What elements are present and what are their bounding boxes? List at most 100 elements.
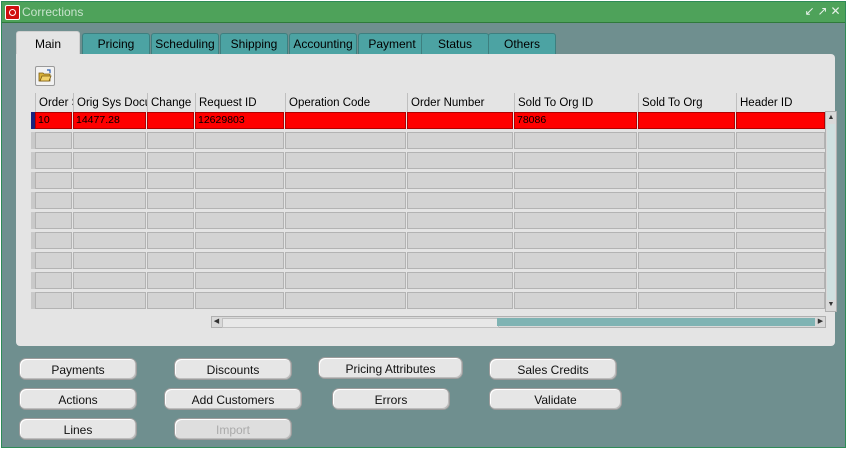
tab-status[interactable]: Status [421,33,489,54]
tab-payment[interactable]: Payment [358,33,426,54]
validate-button[interactable]: Validate [489,388,622,410]
grid-cell[interactable] [638,272,735,289]
grid-cell[interactable] [736,172,825,189]
grid-cell[interactable] [195,252,284,269]
column-header[interactable]: Sold To Org ID [514,93,638,113]
grid-cell[interactable] [736,112,825,129]
grid-cell[interactable] [285,152,406,169]
grid-cell[interactable] [514,252,637,269]
grid-cell[interactable] [35,132,72,149]
grid-cell[interactable] [285,252,406,269]
column-header[interactable]: Change [147,93,195,113]
grid-cell[interactable] [638,152,735,169]
grid-cell[interactable] [195,152,284,169]
sales-credits-button[interactable]: Sales Credits [489,358,617,380]
grid-cell[interactable] [514,152,637,169]
grid-cell[interactable] [147,292,194,309]
grid-cell[interactable] [147,132,194,149]
grid-cell[interactable] [285,112,406,129]
grid-cell[interactable] [285,192,406,209]
grid-cell[interactable] [514,272,637,289]
grid-cell[interactable] [514,132,637,149]
grid-cell[interactable] [736,152,825,169]
grid-cell[interactable] [736,232,825,249]
column-header[interactable]: Orig Sys Docu [73,93,147,113]
tab-pricing[interactable]: Pricing [82,33,150,54]
grid-cell[interactable] [35,212,72,229]
grid-cell[interactable] [407,152,513,169]
grid-cell[interactable]: 14477.28 [73,112,146,129]
tab-scheduling[interactable]: Scheduling [151,33,219,54]
grid-cell[interactable] [285,132,406,149]
grid-cell[interactable] [638,172,735,189]
pricing-attributes-button[interactable]: Pricing Attributes [318,357,463,379]
payments-button[interactable]: Payments [19,358,137,380]
grid-cell[interactable] [73,192,146,209]
grid-cell[interactable] [514,292,637,309]
grid-cell[interactable] [73,132,146,149]
grid-cell[interactable] [195,192,284,209]
column-header[interactable]: Order Number [407,93,514,113]
grid-cell[interactable] [73,172,146,189]
grid-cell[interactable] [407,112,513,129]
grid-cell[interactable] [736,132,825,149]
grid-cell[interactable] [147,272,194,289]
column-header[interactable]: Request ID [195,93,285,113]
grid-cell[interactable] [195,292,284,309]
grid-cell[interactable] [35,172,72,189]
grid-cell[interactable]: 10 [35,112,72,129]
grid-cell[interactable] [147,112,194,129]
grid-cell[interactable] [407,232,513,249]
grid-cell[interactable] [736,212,825,229]
grid-cell[interactable] [638,212,735,229]
grid-cell[interactable] [407,192,513,209]
grid-cell[interactable] [736,192,825,209]
grid-cell[interactable] [638,112,735,129]
grid-cell[interactable] [73,152,146,169]
grid-cell[interactable] [147,172,194,189]
grid-cell[interactable] [195,212,284,229]
grid-cell[interactable] [638,292,735,309]
grid-cell[interactable] [638,132,735,149]
grid-cell[interactable] [35,252,72,269]
grid-cell[interactable] [73,232,146,249]
grid-cell[interactable] [514,192,637,209]
grid-cell[interactable] [514,212,637,229]
grid-cell[interactable] [35,152,72,169]
grid-cell[interactable] [407,212,513,229]
grid-cell[interactable] [147,212,194,229]
horizontal-scrollbar[interactable]: ◀ ▶ [211,316,826,328]
grid-cell[interactable] [195,232,284,249]
grid-cell[interactable] [147,232,194,249]
horizontal-scroll-thumb[interactable] [222,318,499,328]
grid-cell[interactable] [195,272,284,289]
grid-cell[interactable] [407,292,513,309]
tab-main[interactable]: Main [16,31,80,56]
grid-cell[interactable] [73,292,146,309]
grid-cell[interactable] [35,232,72,249]
grid-cell[interactable] [638,232,735,249]
import-button[interactable]: Import [174,418,292,440]
tab-shipping[interactable]: Shipping [220,33,288,54]
grid-cell[interactable]: 78086 [514,112,637,129]
grid-cell[interactable] [638,192,735,209]
grid-cell[interactable] [285,272,406,289]
grid-cell[interactable] [195,172,284,189]
tab-accounting[interactable]: Accounting [289,33,357,54]
grid-cell[interactable] [73,272,146,289]
grid-cell[interactable] [73,252,146,269]
grid-cell[interactable] [35,292,72,309]
tab-others[interactable]: Others [488,33,556,54]
grid-cell[interactable] [35,272,72,289]
close-icon[interactable]: ✕ [830,4,841,18]
grid-cell[interactable] [736,272,825,289]
scroll-down-icon[interactable]: ▼ [827,300,835,310]
grid-cell[interactable] [514,232,637,249]
grid-cell[interactable] [736,292,825,309]
column-header[interactable]: Header ID [736,93,814,113]
grid-cell[interactable] [285,212,406,229]
add-customers-button[interactable]: Add Customers [164,388,302,410]
horizontal-scroll-track[interactable] [497,318,815,326]
errors-button[interactable]: Errors [332,388,450,410]
grid-cell[interactable] [195,132,284,149]
